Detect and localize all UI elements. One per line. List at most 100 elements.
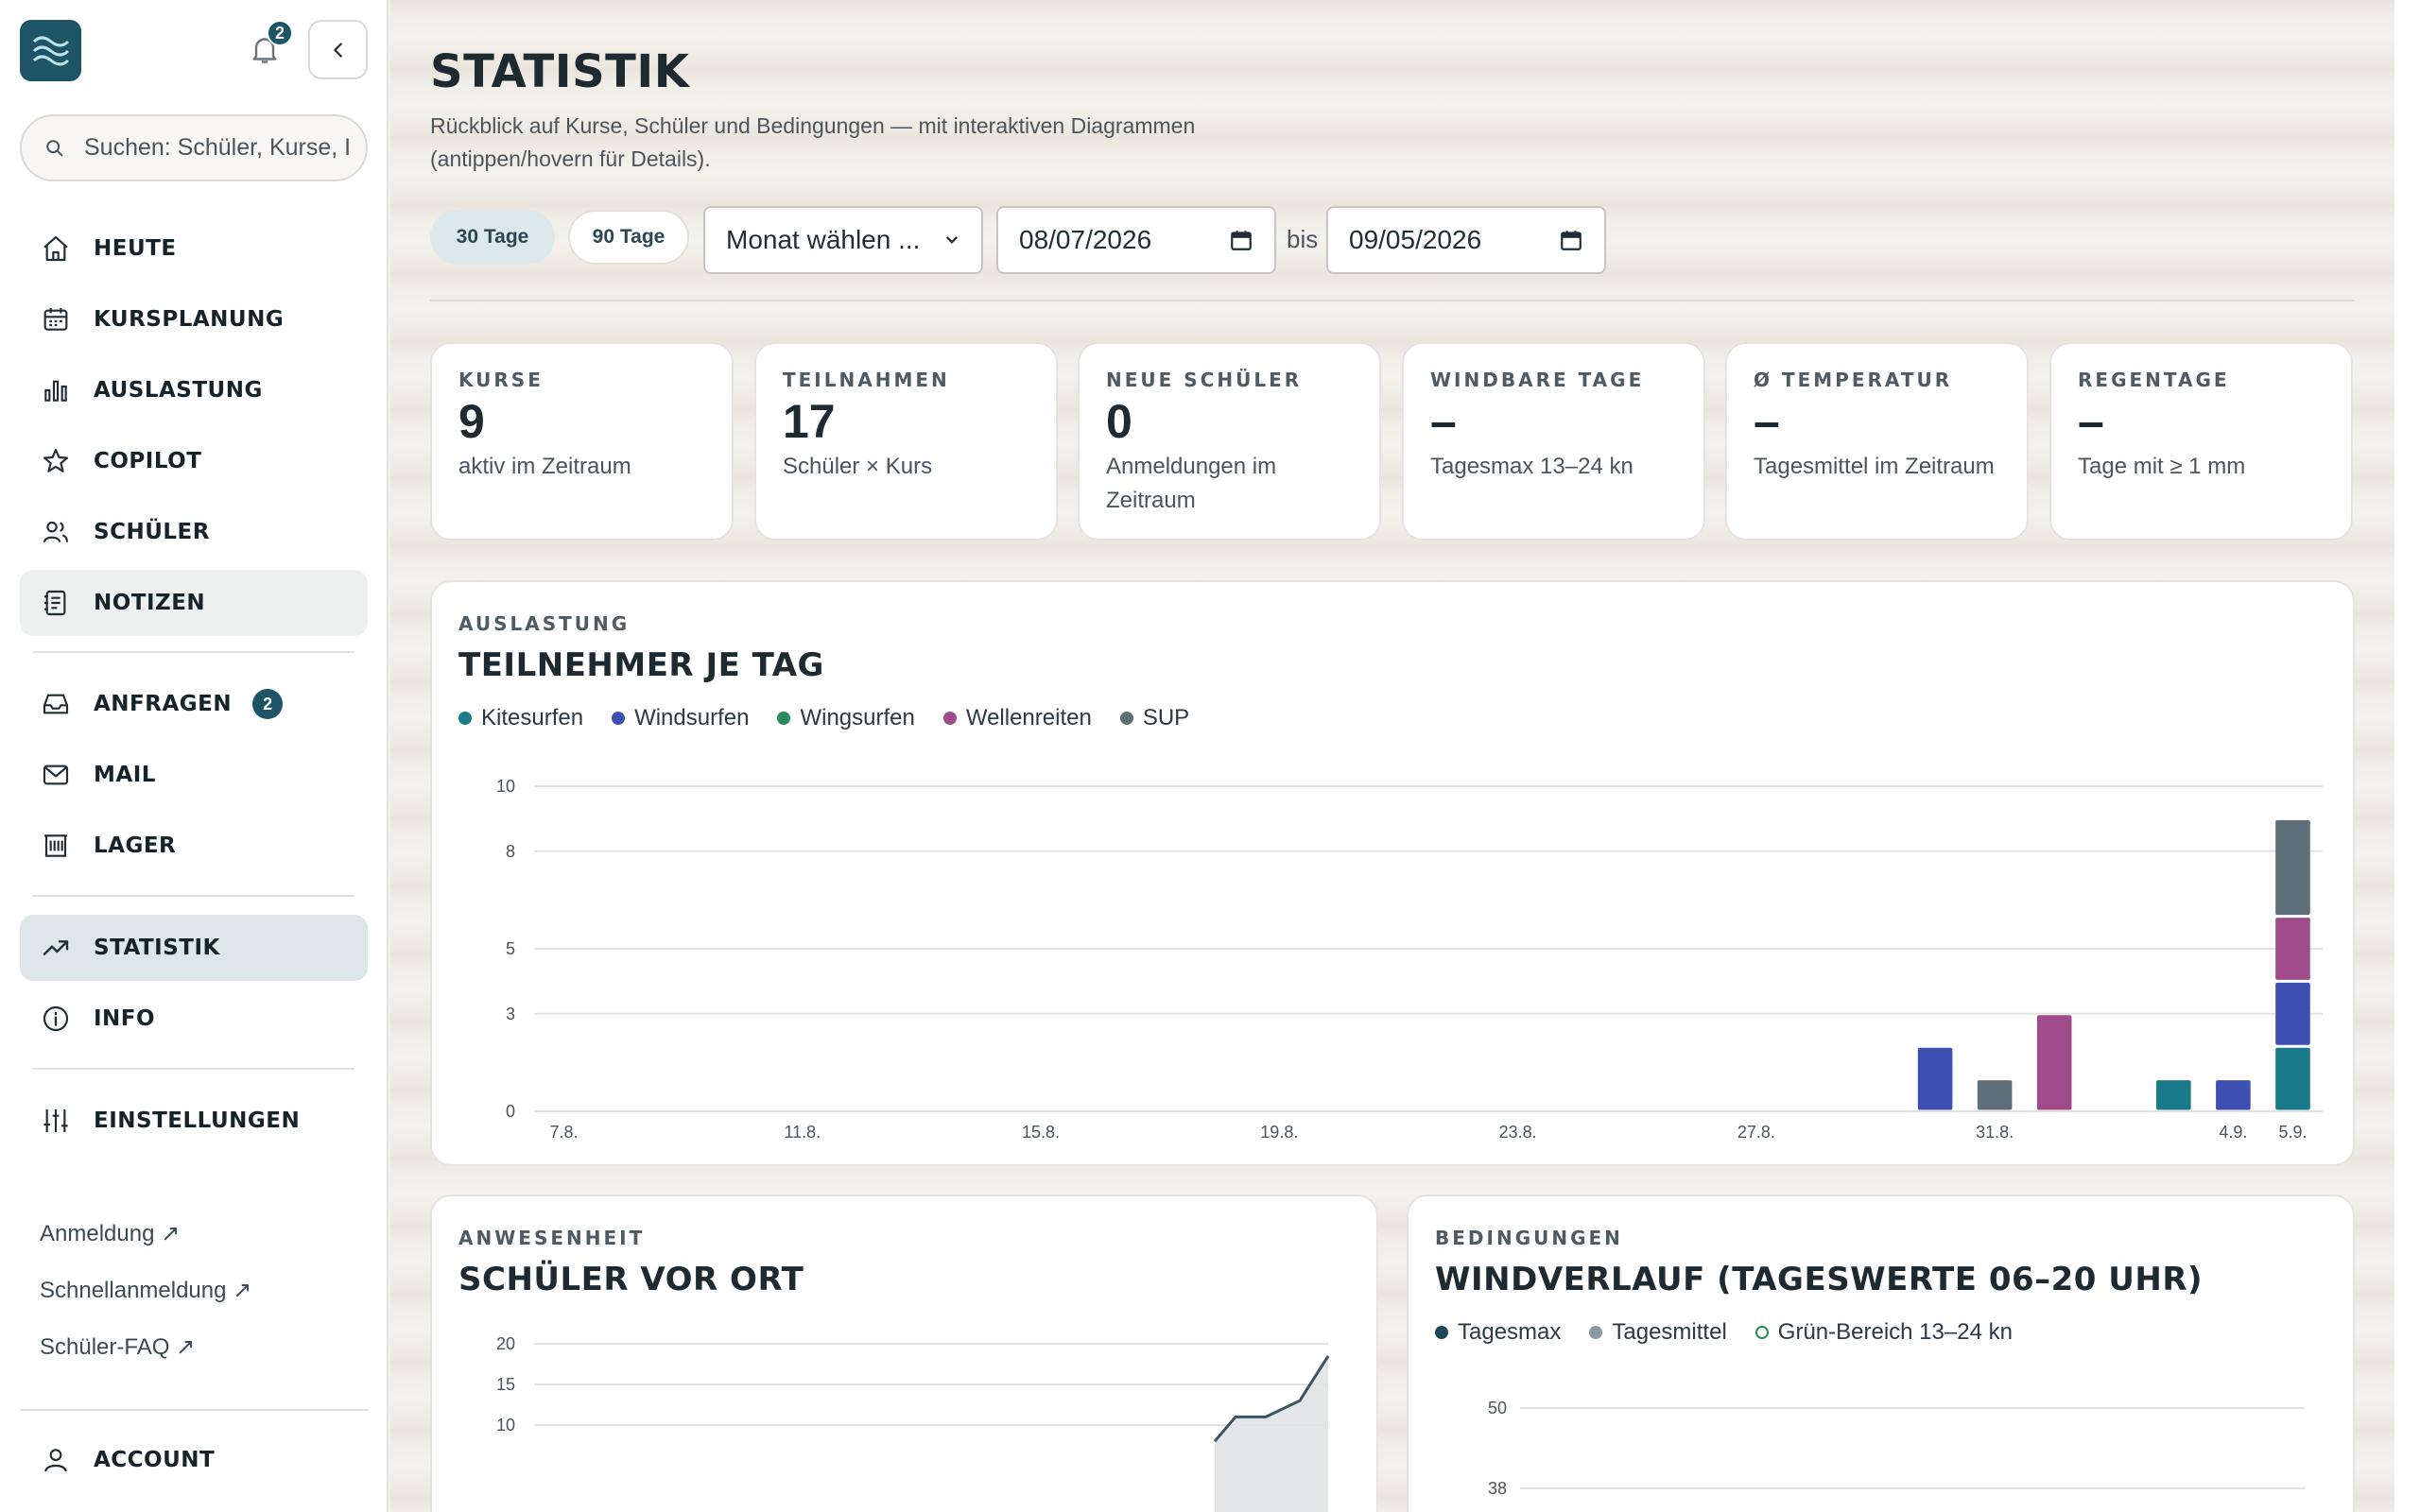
x-tick-label: 19.8. xyxy=(1260,1123,1298,1142)
nav-label: INFO xyxy=(94,1006,156,1031)
x-tick-label: 4.9. xyxy=(2219,1123,2247,1142)
stat-key: REGENTAGE xyxy=(2078,369,2230,391)
range-30-days-chip[interactable]: 30 Tage xyxy=(430,210,555,265)
legend-label: Tagesmax xyxy=(1458,1319,1562,1345)
legend-swatch xyxy=(942,712,957,725)
trending-up-icon xyxy=(39,931,73,965)
nav-item-auslastung[interactable]: AUSLASTUNG xyxy=(20,357,368,423)
range-90-days-chip[interactable]: 90 Tage xyxy=(568,210,689,265)
legend-label: Grün-Bereich 13–24 kn xyxy=(1777,1319,2013,1345)
stat-key: WINDBARE TAGE xyxy=(1430,369,1645,391)
users-icon xyxy=(39,515,73,549)
account-divider xyxy=(20,1409,368,1411)
nav-label: NOTIZEN xyxy=(94,591,206,615)
legend-item[interactable]: SUP xyxy=(1119,705,1189,731)
sidebar: 2 HEUTE KURSPLANUNG AUSLASTUNG COPILOT xyxy=(0,0,389,1512)
user-icon xyxy=(39,1443,73,1477)
stat-card-windbare-tage: WINDBARE TAGE – Tagesmax 13–24 kn xyxy=(1402,342,1705,541)
to-date-value: 09/05/2026 xyxy=(1349,225,1482,254)
legend-item[interactable]: Wingsurfen xyxy=(777,705,915,731)
legend-item[interactable]: Tagesmax xyxy=(1435,1319,1561,1346)
nav-label: SCHÜLER xyxy=(94,520,210,544)
stat-sub: Anmeldungen im Zeitraum xyxy=(1106,454,1277,513)
y-tick-label: 5 xyxy=(506,939,515,958)
teilnehmer-bar-chart[interactable]: 0 3 5 8 10 7.8. 11.8. 15.8. 19.8. 23.8. 27.8. 31.8.… xyxy=(458,752,2330,1149)
legend-item[interactable]: Tagesmittel xyxy=(1589,1319,1727,1346)
nav-item-anfragen[interactable]: ANFRAGEN 2 xyxy=(20,671,368,737)
star-icon xyxy=(39,444,73,478)
legend-label: Tagesmittel xyxy=(1612,1319,1727,1345)
app-logo[interactable] xyxy=(20,20,81,81)
nav-item-kursplanung[interactable]: KURSPLANUNG xyxy=(20,286,368,352)
bar-segment xyxy=(2216,1080,2251,1110)
stat-sub: Schüler × Kurs xyxy=(783,454,933,479)
x-tick-label: 31.8. xyxy=(1976,1123,2014,1142)
nav-item-heute[interactable]: HEUTE xyxy=(20,215,368,282)
anmeldung-link[interactable]: Anmeldung ↗ xyxy=(40,1217,251,1274)
bar-segment xyxy=(2156,1080,2191,1110)
calendar-icon xyxy=(39,302,73,336)
stat-value: 0 xyxy=(1106,395,1132,448)
schueler-area-chart[interactable]: 10 15 20 xyxy=(458,1319,1366,1512)
inbox-icon xyxy=(39,687,73,721)
area-fill xyxy=(1215,1355,1328,1512)
y-tick-label: 10 xyxy=(496,777,515,796)
stat-key: NEUE SCHÜLER xyxy=(1106,369,1303,391)
home-icon xyxy=(39,232,73,266)
secondary-nav: ANFRAGEN 2 MAIL LAGER xyxy=(20,671,368,879)
to-date-input[interactable]: 09/05/2026 xyxy=(1326,206,1606,274)
legend-label: Wellenreiten xyxy=(965,705,1092,730)
wind-line-chart[interactable]: 50 38 xyxy=(1435,1376,2342,1508)
calendar-picker-icon[interactable] xyxy=(1229,228,1253,252)
info-icon xyxy=(39,1002,73,1036)
scrollbar-track[interactable] xyxy=(2394,0,2420,1512)
range-separator: bis xyxy=(1287,225,1319,253)
nav-label: HEUTE xyxy=(94,236,177,261)
search-input[interactable] xyxy=(84,134,358,162)
schnellanmeldung-link[interactable]: Schnellanmeldung ↗ xyxy=(40,1274,251,1331)
stat-value: – xyxy=(1430,395,1457,448)
y-tick-label: 3 xyxy=(506,1005,515,1023)
nav-item-schueler[interactable]: SCHÜLER xyxy=(20,499,368,565)
nav-item-mail[interactable]: MAIL xyxy=(20,742,368,808)
legend-item[interactable]: Kitesurfen xyxy=(458,705,583,731)
legend-item[interactable]: Windsurfen xyxy=(612,705,749,731)
nav-item-account[interactable]: ACCOUNT xyxy=(20,1427,368,1493)
month-select[interactable]: Monat wählen ... xyxy=(703,206,983,274)
page-subtitle: Rückblick auf Kurse, Schüler und Bedingu… xyxy=(430,113,1196,171)
stat-value: 9 xyxy=(458,395,485,448)
main-content: STATISTIK Rückblick auf Kurse, Schüler u… xyxy=(390,0,2394,1512)
collapse-sidebar-button[interactable] xyxy=(308,20,368,79)
calendar-picker-icon[interactable] xyxy=(1559,228,1583,252)
search-icon xyxy=(46,139,63,156)
stat-card-temperatur: Ø TEMPERATUR – Tagesmittel im Zeitraum xyxy=(1725,342,2029,541)
bedingungen-panel: BEDINGUNGEN WINDVERLAUF (TAGESWERTE 06–2… xyxy=(1407,1194,2355,1512)
stat-key: TEILNAHMEN xyxy=(783,369,950,391)
nav-label: COPILOT xyxy=(94,449,202,473)
schueler-faq-link[interactable]: Schüler-FAQ ↗ xyxy=(40,1331,251,1387)
legend-item[interactable]: Grün-Bereich 13–24 kn xyxy=(1754,1319,2013,1346)
chart-legend: Kitesurfen Windsurfen Wingsurfen Wellenreit… xyxy=(458,705,2326,731)
panel-title: SCHÜLER VOR ORT xyxy=(458,1261,804,1298)
nav-item-copilot[interactable]: COPILOT xyxy=(20,428,368,494)
external-links: Anmeldung ↗ Schnellanmeldung ↗ Schüler-F… xyxy=(40,1217,251,1387)
from-date-input[interactable]: 08/07/2026 xyxy=(996,206,1276,274)
bar-segment xyxy=(2036,1015,2072,1110)
nav-item-statistik[interactable]: STATISTIK xyxy=(20,915,368,981)
search-box[interactable] xyxy=(20,114,368,181)
nav-label: ACCOUNT xyxy=(94,1448,216,1472)
nav-label: LAGER xyxy=(94,833,177,858)
stat-value: – xyxy=(1754,395,1780,448)
legend-item[interactable]: Wellenreiten xyxy=(942,705,1092,731)
x-tick-label: 11.8. xyxy=(784,1123,821,1142)
nav-item-lager[interactable]: LAGER xyxy=(20,813,368,879)
nav-item-notizen[interactable]: NOTIZEN xyxy=(20,570,368,636)
stat-sub: aktiv im Zeitraum xyxy=(458,454,631,479)
panel-kicker: BEDINGUNGEN xyxy=(1435,1227,1623,1249)
nav-item-einstellungen[interactable]: EINSTELLUNGEN xyxy=(20,1088,368,1154)
legend-label: Windsurfen xyxy=(634,705,750,730)
y-tick-label: 38 xyxy=(1488,1479,1507,1498)
y-tick-label: 8 xyxy=(506,842,515,861)
nav-item-info[interactable]: INFO xyxy=(20,986,368,1052)
legend-swatch xyxy=(1435,1326,1448,1339)
